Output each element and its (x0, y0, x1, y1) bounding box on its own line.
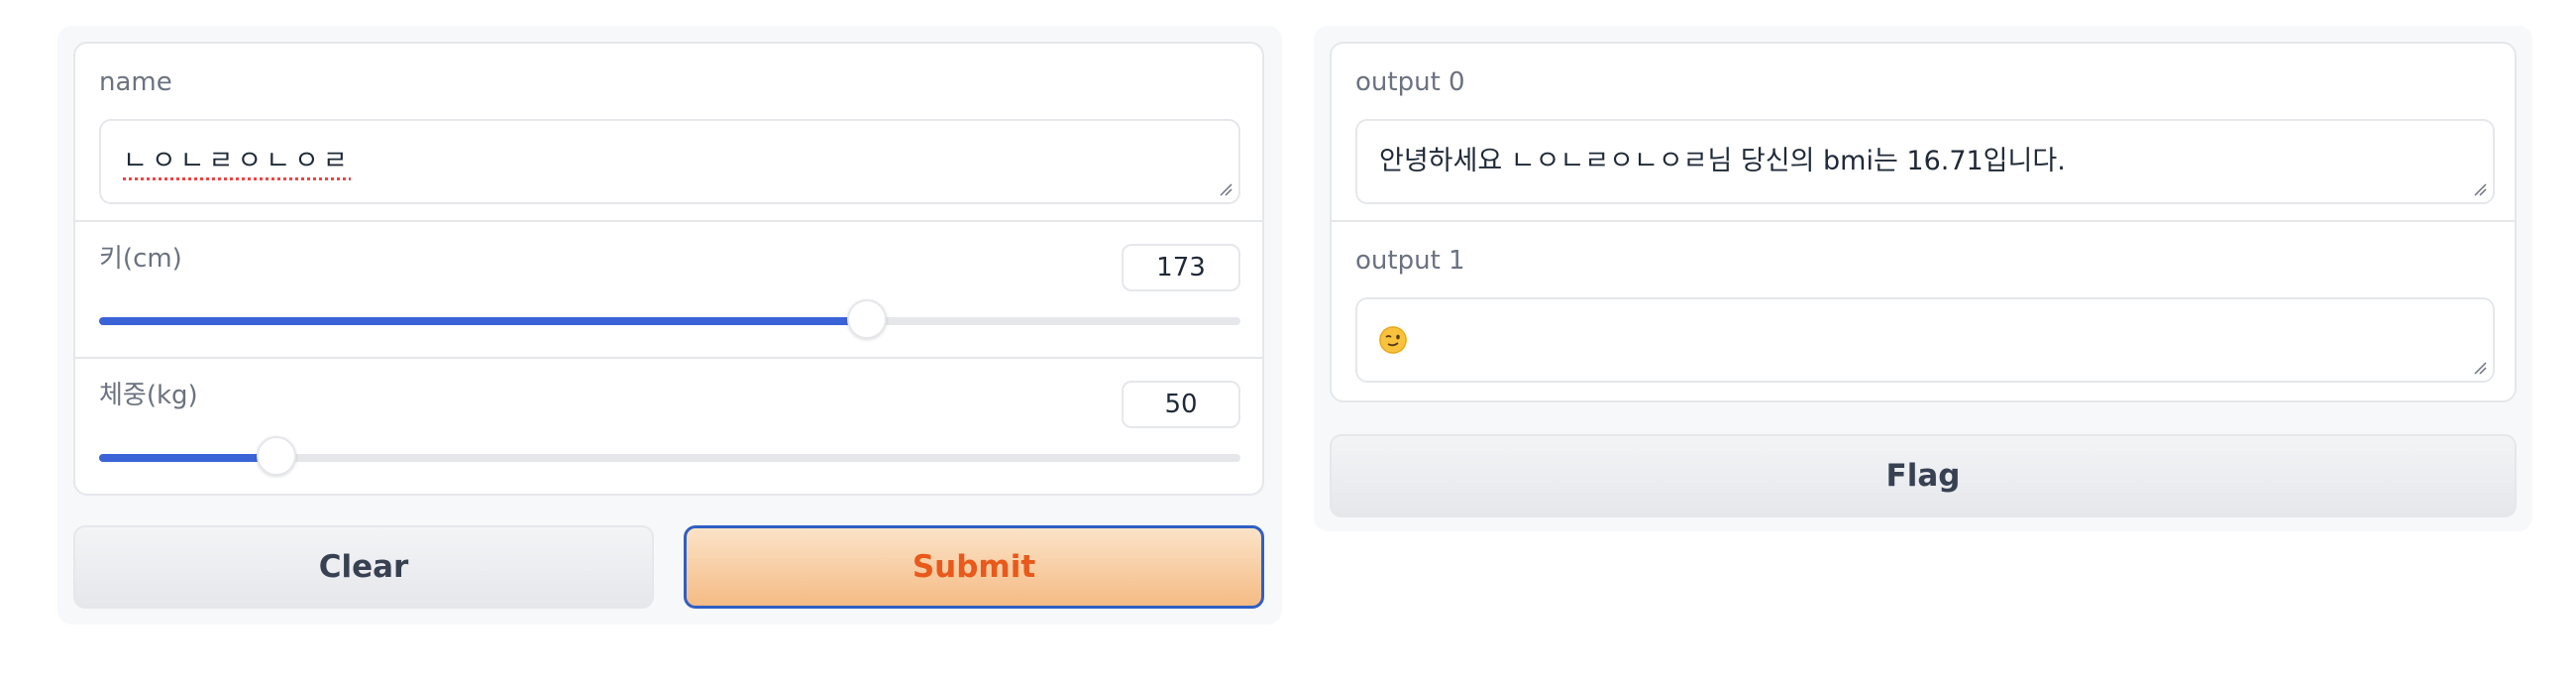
output-card: output 0 안녕하세요 ㄴㅇㄴㄹㅇㄴㅇㄹ님 당신의 bmi는 16.71입… (1330, 42, 2517, 402)
weight-slider-section: 체중(kg) 50 (75, 359, 1262, 494)
resize-handle-icon[interactable] (2473, 182, 2487, 196)
output0-section: output 0 안녕하세요 ㄴㅇㄴㄹㅇㄴㅇㄹ님 당신의 bmi는 16.71입… (1332, 44, 2515, 220)
input-panel: name ㄴㅇㄴㄹㅇㄴㅇㄹ 키(cm) 173 체중(kg) 50 Clear … (57, 26, 1282, 624)
resize-handle-icon[interactable] (2473, 361, 2487, 375)
output0-value: 안녕하세요 ㄴㅇㄴㄹㅇㄴㅇㄹ님 당신의 bmi는 16.71입니다. (1379, 146, 2066, 176)
weight-slider-thumb[interactable] (256, 436, 296, 476)
height-slider-fill (99, 317, 868, 325)
resize-handle-icon[interactable] (1219, 182, 1233, 196)
height-slider-section: 키(cm) 173 (75, 222, 1262, 357)
output0-textbox[interactable]: 안녕하세요 ㄴㅇㄴㄹㅇㄴㅇㄹ님 당신의 bmi는 16.71입니다. (1355, 119, 2495, 204)
submit-button[interactable]: Submit (684, 525, 1264, 609)
output-panel: output 0 안녕하세요 ㄴㅇㄴㄹㅇㄴㅇㄹ님 당신의 bmi는 16.71입… (1314, 26, 2532, 531)
output1-section: output 1 (1332, 222, 2515, 400)
name-section: name ㄴㅇㄴㄹㅇㄴㅇㄹ (75, 44, 1262, 220)
output1-textbox[interactable] (1355, 297, 2495, 383)
name-input[interactable]: ㄴㅇㄴㄹㅇㄴㅇㄹ (99, 119, 1240, 204)
output0-label: output 0 (1355, 67, 1465, 97)
height-slider-track[interactable] (99, 299, 1240, 339)
height-label: 키(cm) (99, 244, 182, 274)
output1-label: output 1 (1355, 246, 1465, 276)
weight-slider-fill (99, 454, 276, 462)
name-input-value: ㄴㅇㄴㄹㅇㄴㅇㄹ (123, 146, 352, 176)
winking-face-icon (1379, 326, 1407, 354)
input-card: name ㄴㅇㄴㄹㅇㄴㅇㄹ 키(cm) 173 체중(kg) 50 (73, 42, 1264, 496)
weight-number-input[interactable]: 50 (1122, 381, 1240, 428)
clear-button[interactable]: Clear (73, 525, 654, 609)
weight-label: 체중(kg) (99, 381, 198, 410)
height-number-input[interactable]: 173 (1122, 244, 1240, 291)
name-label: name (99, 67, 172, 97)
flag-button[interactable]: Flag (1330, 434, 2517, 517)
height-slider-thumb[interactable] (847, 299, 888, 339)
weight-slider-track[interactable] (99, 436, 1240, 476)
